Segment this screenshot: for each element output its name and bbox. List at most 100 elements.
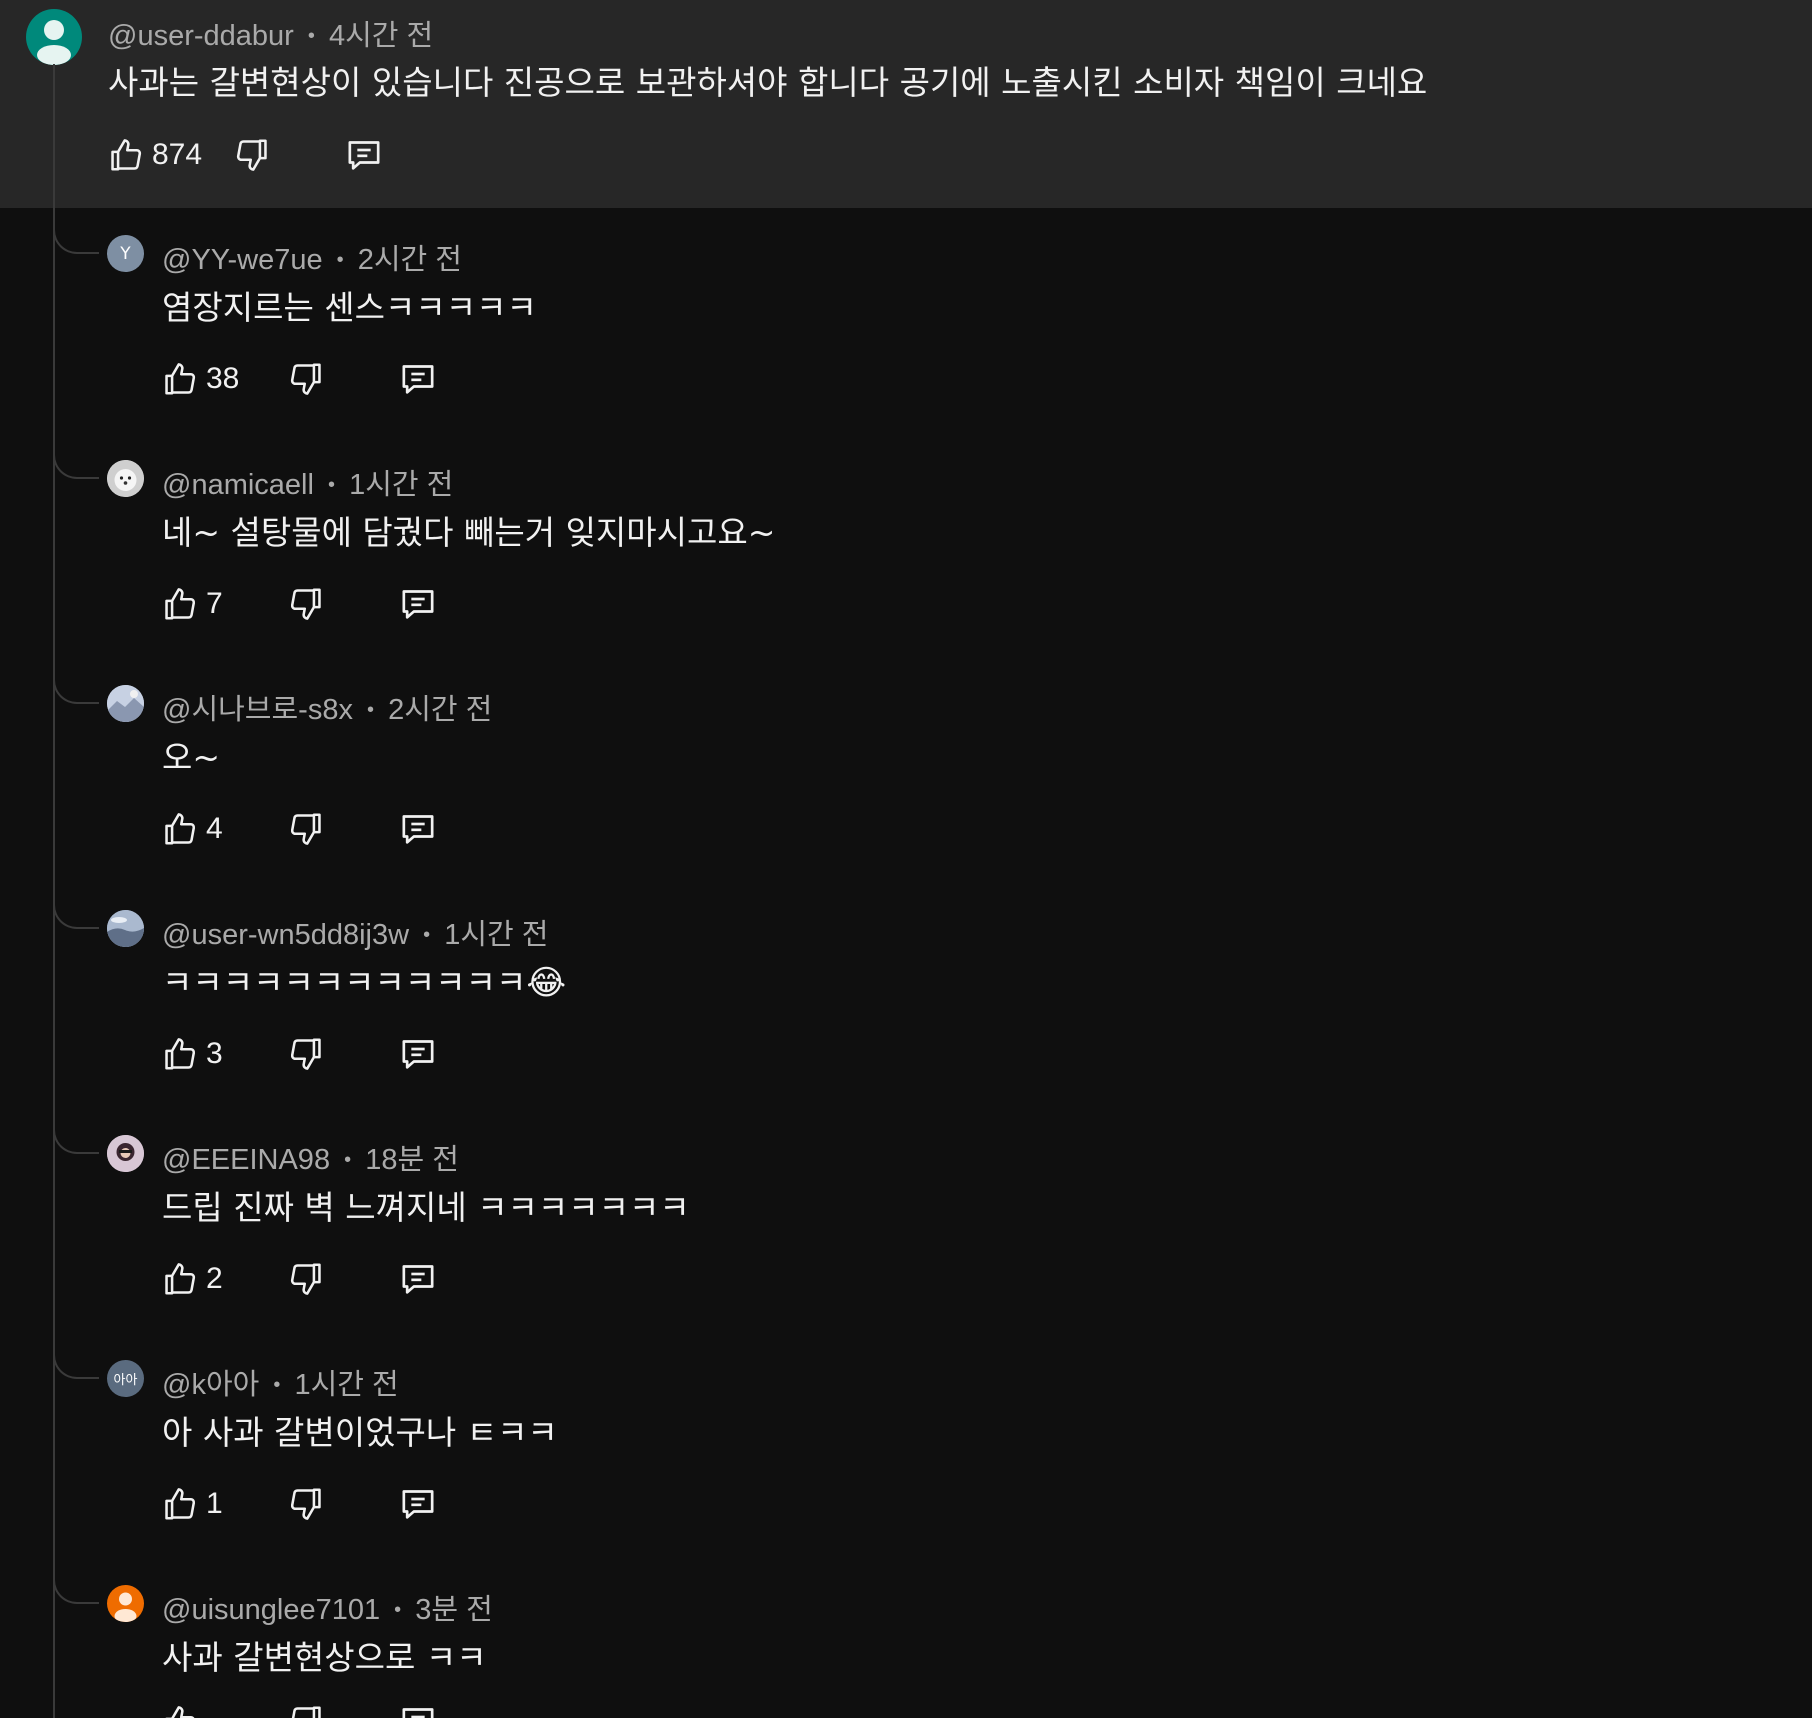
thumbs-down-icon (290, 1038, 321, 1070)
comment-text: 염장지르는 센스ㅋㅋㅋㅋㅋ (162, 288, 537, 327)
separator-dot: • (344, 1149, 352, 1171)
comment-meta: @k아아 • 1시간 전 (162, 1361, 399, 1403)
dog-avatar-icon (107, 460, 144, 497)
dislike-button[interactable] (286, 1700, 326, 1718)
separator-dot: • (273, 1374, 281, 1396)
comments-page: @user-ddabur • 4시간 전 사과는 갈변현상이 있습니다 진공으로… (0, 0, 1812, 1718)
like-button[interactable] (160, 1257, 200, 1301)
dislike-button[interactable] (286, 357, 326, 401)
like-button[interactable] (160, 1482, 200, 1526)
thread-connector (53, 1574, 99, 1604)
dislike-button[interactable] (286, 1482, 326, 1526)
separator-dot: • (394, 1599, 402, 1621)
thumbs-up-icon (165, 1263, 196, 1295)
like-button[interactable] (160, 357, 200, 401)
like-button[interactable] (106, 133, 146, 177)
reply-button[interactable] (398, 807, 438, 851)
dislike-button[interactable] (286, 1257, 326, 1301)
tears-of-joy-emoji: 😂 (526, 963, 567, 1003)
comment-meta: @user-wn5dd8ij3w • 1시간 전 (162, 911, 548, 953)
avatar[interactable] (107, 1135, 144, 1172)
comment-meta: @EEEINA98 • 18분 전 (162, 1136, 459, 1178)
avatar-letter: 아아 (113, 1373, 138, 1388)
avatar[interactable] (26, 9, 82, 65)
timestamp[interactable]: 1시간 전 (294, 1369, 398, 1401)
avatar[interactable] (107, 1585, 144, 1622)
thread-connector (53, 899, 99, 929)
avatar[interactable] (107, 685, 144, 722)
person-icon (37, 20, 71, 65)
author-name[interactable]: @user-wn5dd8ij3w (162, 919, 409, 951)
dislike-button[interactable] (286, 807, 326, 851)
avatar[interactable] (107, 910, 144, 947)
sky-avatar-icon (107, 910, 144, 947)
author-name[interactable]: @YY-we7ue (162, 244, 323, 276)
author-name[interactable]: @namicaell (162, 469, 314, 501)
author-name[interactable]: @EEEINA98 (162, 1144, 330, 1176)
comment-icon (402, 1490, 434, 1519)
thumbs-down-icon (291, 1706, 321, 1718)
comment-meta: @uisunglee7101 • 3분 전 (162, 1586, 493, 1628)
avatar-letter: Y (120, 243, 131, 264)
reply-button[interactable] (398, 1700, 438, 1718)
thumbs-down-icon (290, 588, 321, 620)
comment-text: ㅋㅋㅋㅋㅋㅋㅋㅋㅋㅋㅋㅋ😂 (162, 956, 566, 1004)
thread-connector (53, 224, 99, 254)
portrait-avatar-icon (107, 1135, 144, 1172)
like-count: 874 (152, 138, 203, 171)
like-count: 7 (206, 587, 223, 620)
comment-icon (402, 1040, 434, 1069)
like-button[interactable] (160, 582, 200, 626)
thumbs-up-icon (165, 1038, 196, 1070)
like-button[interactable] (160, 1032, 200, 1076)
like-button[interactable] (160, 807, 200, 851)
comment-text: 아 사과 갈변이었구나 ㅌㅋㅋ (162, 1413, 558, 1452)
dislike-button[interactable] (286, 1032, 326, 1076)
timestamp[interactable]: 4시간 전 (329, 20, 433, 52)
thread-connector (53, 449, 99, 479)
reply-button[interactable] (398, 582, 438, 626)
thumbs-down-icon (290, 1263, 321, 1295)
reply-button[interactable] (398, 357, 438, 401)
timestamp[interactable]: 3분 전 (415, 1594, 493, 1626)
comment-actions (160, 1700, 460, 1718)
timestamp[interactable]: 2시간 전 (388, 694, 492, 726)
avatar[interactable]: 아아 (107, 1360, 144, 1397)
timestamp[interactable]: 1시간 전 (349, 469, 453, 501)
avatar[interactable] (107, 460, 144, 497)
reply-button[interactable] (398, 1482, 438, 1526)
comment-meta: @시나브로-s8x • 2시간 전 (162, 686, 492, 728)
thumbs-up-icon (111, 139, 142, 171)
author-name[interactable]: @k아아 (162, 1369, 259, 1401)
author-name[interactable]: @uisunglee7101 (162, 1594, 380, 1626)
thumbs-down-icon (290, 813, 321, 845)
thread-line (53, 64, 55, 1718)
reply-button[interactable] (398, 1032, 438, 1076)
comment-text: 오~ (162, 738, 221, 777)
comment-actions: 2 (160, 1257, 460, 1301)
like-button[interactable] (160, 1700, 200, 1718)
comment-actions: 874 (106, 133, 406, 177)
avatar[interactable]: Y (107, 235, 144, 272)
dislike-button[interactable] (232, 133, 272, 177)
person-icon (114, 1592, 137, 1622)
comment-text: 사과는 갈변현상이 있습니다 진공으로 보관하셔야 합니다 공기에 노출시킨 소… (108, 63, 1428, 102)
author-name[interactable]: @user-ddabur (108, 20, 294, 52)
timestamp[interactable]: 1시간 전 (444, 919, 548, 951)
author-name[interactable]: @시나브로-s8x (162, 694, 353, 726)
thread-connector (53, 1349, 99, 1379)
reply-button[interactable] (398, 1257, 438, 1301)
like-count: 3 (206, 1037, 223, 1070)
thumbs-up-icon (165, 363, 196, 395)
timestamp[interactable]: 2시간 전 (358, 244, 462, 276)
thumbs-up-icon (165, 1706, 195, 1718)
reply-button[interactable] (344, 133, 384, 177)
thumbs-up-icon (165, 588, 196, 620)
comment-text: 드립 진짜 벽 느껴지네 ㅋㅋㅋㅋㅋㅋㅋ (162, 1188, 690, 1227)
landscape-avatar-icon (107, 685, 144, 722)
comment-actions: 1 (160, 1482, 460, 1526)
separator-dot: • (328, 474, 336, 496)
dislike-button[interactable] (286, 582, 326, 626)
thumbs-up-icon (165, 1488, 196, 1520)
timestamp[interactable]: 18분 전 (365, 1144, 459, 1176)
